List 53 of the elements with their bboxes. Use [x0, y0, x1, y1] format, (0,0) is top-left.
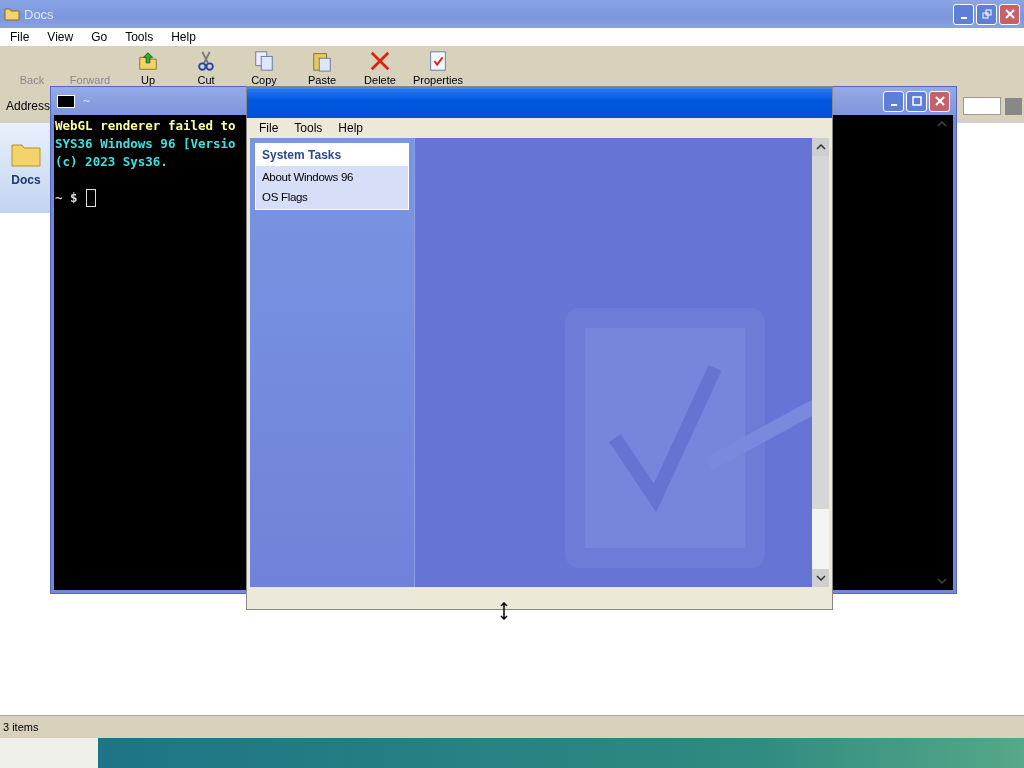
properties-icon	[427, 50, 449, 72]
minimize-button[interactable]	[883, 90, 904, 112]
menu-item[interactable]: View	[41, 30, 80, 44]
scroll-down-icon[interactable]	[815, 575, 826, 581]
toolbar-button[interactable]: Copy	[238, 49, 290, 86]
menu-item[interactable]: Go	[85, 30, 114, 44]
restore-button[interactable]	[976, 3, 997, 25]
toolbar-button[interactable]: Up	[122, 49, 174, 86]
folder-icon	[4, 7, 20, 21]
task-link[interactable]: About Windows 96	[262, 169, 402, 185]
folder-icon	[11, 141, 41, 167]
copy-icon	[253, 50, 275, 72]
toolbar-button[interactable]: Cut	[180, 49, 232, 86]
status-text: 3 items	[3, 721, 39, 733]
resize-cursor-icon	[500, 602, 508, 620]
close-icon	[934, 96, 945, 106]
task-link[interactable]: OS Flags	[262, 189, 402, 205]
delete-icon	[369, 50, 391, 72]
toolbar-button[interactable]: Delete	[354, 49, 406, 86]
menu-item[interactable]: File	[253, 121, 285, 135]
clipboard-icon	[311, 50, 333, 72]
menu-item[interactable]: Tools	[119, 30, 160, 44]
prompt-text: ~ $	[55, 189, 78, 207]
close-icon	[1004, 9, 1015, 19]
menu-item[interactable]: Tools	[288, 121, 329, 135]
scroll-up-icon[interactable]	[815, 144, 826, 150]
toolbar-button[interactable]: Properties	[412, 49, 464, 86]
menu-item[interactable]: Help	[165, 30, 202, 44]
folder-up-icon	[137, 50, 159, 72]
minimize-icon	[890, 104, 897, 106]
restore-icon	[981, 9, 992, 19]
close-button[interactable]	[929, 90, 950, 112]
window-title: ~	[83, 94, 90, 108]
close-button[interactable]	[999, 3, 1020, 25]
terminal-line: SYS36 Windows 96 [Versio	[55, 135, 236, 153]
terminal-line: (c) 2023 Sys36.	[55, 153, 168, 171]
minimize-icon	[960, 17, 967, 19]
terminal-line: WebGL renderer failed to	[55, 117, 236, 135]
maximize-button[interactable]	[906, 90, 927, 112]
menu-item[interactable]: File	[4, 30, 36, 44]
folder-item[interactable]: Docs	[0, 141, 52, 187]
address-label: Address	[6, 99, 51, 113]
maximize-icon	[911, 96, 922, 106]
text-cursor	[85, 189, 96, 207]
scissors-icon	[195, 50, 217, 72]
window-title: Docs	[24, 6, 54, 22]
minimize-button[interactable]	[953, 3, 974, 25]
toolbar-button[interactable]: Paste	[296, 49, 348, 86]
go-button[interactable]	[1005, 97, 1022, 115]
address-field[interactable]	[963, 97, 1001, 115]
panel-title: System Tasks	[256, 144, 408, 166]
terminal-icon	[57, 94, 75, 108]
menu-item[interactable]: Help	[332, 121, 370, 135]
